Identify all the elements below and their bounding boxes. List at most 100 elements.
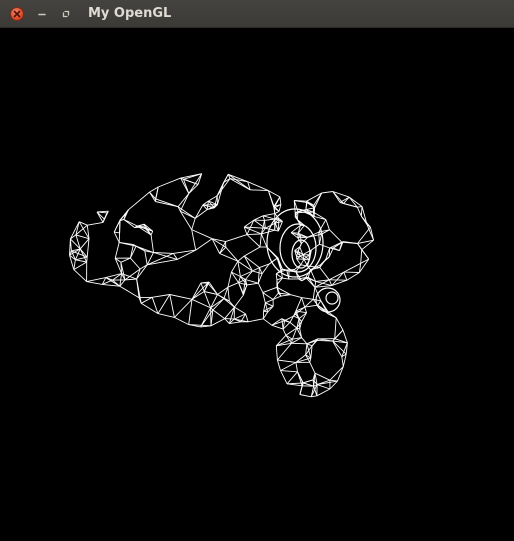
mesh-edge (319, 267, 330, 281)
mesh-edge (263, 302, 266, 312)
maximize-button[interactable] (59, 7, 73, 21)
mesh-edge (69, 221, 80, 240)
mesh-edge (253, 215, 264, 221)
mesh-edge (277, 218, 280, 232)
mesh-edge (318, 234, 322, 245)
mesh-edge (298, 312, 307, 319)
mesh-edge (252, 267, 260, 272)
mesh-edge (150, 234, 154, 253)
mesh-edge (343, 271, 348, 281)
mesh-edge (86, 238, 90, 258)
minimize-button[interactable] (35, 7, 49, 21)
mesh-edge (231, 260, 239, 273)
mesh-edge (319, 259, 327, 268)
mesh-edge (263, 305, 274, 312)
mesh-edge (224, 318, 230, 324)
mesh-edge (282, 328, 287, 336)
mesh-edge (244, 246, 261, 257)
mesh-edge (275, 345, 278, 361)
close-button[interactable] (10, 7, 24, 21)
mesh-edge (286, 371, 298, 385)
close-icon (13, 10, 21, 18)
mesh-edge (271, 324, 284, 330)
mesh-edge (260, 233, 268, 248)
mesh-edge (334, 317, 337, 339)
mesh-edge (73, 261, 87, 270)
mesh-edge (128, 191, 150, 211)
mesh-edge (228, 173, 248, 183)
mesh-edge (227, 271, 232, 288)
mesh-edge (250, 189, 269, 192)
mesh-edge (248, 318, 264, 323)
mesh-edge (75, 259, 87, 263)
mesh-edge (298, 318, 301, 329)
mesh-edge (169, 294, 193, 300)
mesh-edge (335, 317, 344, 331)
eye-loop (325, 291, 339, 305)
mesh-edge (315, 281, 332, 287)
mesh-edge (245, 279, 259, 284)
mesh-edge (342, 329, 348, 343)
mesh-edge (259, 233, 262, 248)
mesh-edge (246, 234, 261, 248)
mesh-edge (295, 362, 298, 372)
title-bar[interactable]: My OpenGL (0, 0, 514, 28)
mesh-edge (151, 297, 159, 314)
mesh-edge (96, 210, 109, 213)
mesh-edge (337, 366, 344, 382)
mesh-edge (183, 179, 190, 194)
mesh-edge (191, 218, 196, 230)
mesh-edge (301, 297, 314, 300)
opengl-viewport[interactable] (2, 28, 512, 539)
mesh-edge (301, 337, 308, 345)
mesh-edge (356, 207, 362, 217)
mesh-edge (247, 181, 269, 192)
mesh-edge (157, 294, 171, 314)
mesh-edge (264, 220, 266, 229)
mesh-edge (194, 204, 204, 219)
mesh-edge (225, 234, 248, 243)
mesh-edge (224, 318, 235, 320)
mesh-edge (191, 229, 213, 240)
mesh-edge (158, 177, 181, 188)
mesh-edge (119, 220, 121, 233)
mesh-edge (237, 255, 245, 262)
mesh-edge (245, 313, 249, 322)
mesh-edge (329, 366, 344, 381)
mesh-edge (210, 318, 225, 327)
mesh-edge (318, 232, 320, 245)
mesh-edge (301, 297, 306, 308)
mesh-edge (174, 298, 193, 318)
mesh-edge (279, 196, 282, 205)
mesh-edge (174, 316, 189, 326)
mesh-edge (144, 250, 148, 265)
eye-loop (315, 287, 341, 313)
mesh-edge (102, 212, 108, 223)
mesh-edge (227, 173, 251, 191)
mesh-edge (360, 249, 363, 264)
mesh-edge (87, 221, 104, 226)
mesh-edge (312, 287, 316, 300)
mesh-edge (339, 196, 350, 203)
mesh-edge (317, 300, 322, 306)
mesh-edge (314, 281, 317, 288)
mesh-edge (281, 318, 284, 330)
mesh-edge (73, 269, 87, 282)
mesh-edge (357, 243, 363, 250)
mesh-edge (280, 370, 288, 385)
mesh-edge (155, 201, 179, 208)
mesh-edge (296, 258, 302, 266)
mesh-edge (280, 370, 298, 373)
mesh-edge (130, 257, 141, 270)
mesh-edge (277, 343, 292, 361)
mesh-edge (152, 294, 170, 298)
mesh-edge (304, 306, 308, 313)
mesh-edge (79, 238, 90, 250)
mesh-edge (316, 384, 331, 390)
mesh-edge (289, 322, 298, 329)
minimize-icon (38, 13, 46, 16)
mesh-edge (244, 255, 260, 268)
mesh-edge (227, 282, 239, 288)
mesh-edge (274, 222, 279, 232)
mesh-edge (297, 236, 308, 239)
